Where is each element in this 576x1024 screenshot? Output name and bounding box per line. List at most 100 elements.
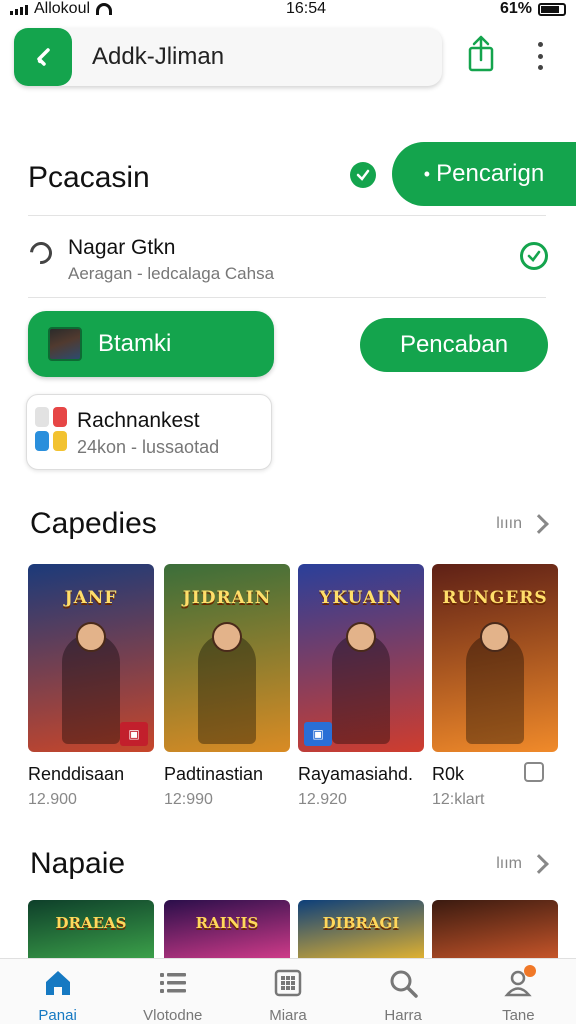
refresh-icon: [25, 237, 57, 269]
game-logo: DRAEAS: [55, 914, 127, 932]
game-logo: JANF: [64, 588, 118, 608]
character-head: [480, 622, 510, 652]
character-head: [212, 622, 242, 652]
pill-dot-icon: •: [423, 163, 431, 184]
game-logo: YKUAIN: [319, 588, 403, 608]
game-card[interactable]: RUNGERS R0k 12:klart: [432, 564, 558, 809]
game-meta: 12:klart: [432, 791, 485, 808]
nav-item-list[interactable]: Vlotodne: [123, 967, 223, 1024]
more-options-button[interactable]: [528, 38, 552, 74]
nav-label: Vlotodne: [143, 1007, 203, 1024]
dot-icon: [537, 65, 543, 70]
search-secondary-button[interactable]: Pencaban: [360, 318, 548, 372]
nav-label: Harra: [384, 1007, 422, 1024]
back-button[interactable]: [14, 28, 72, 86]
profile-button-label: Btamki: [98, 330, 172, 357]
address-text[interactable]: Addk-Jliman: [92, 43, 224, 71]
info-card-subtitle: 24kon - lussaotad: [77, 437, 220, 457]
nav-item-profile[interactable]: Tane: [468, 965, 568, 1024]
list-item-title: Nagar Gtkn: [68, 236, 176, 259]
divider: [28, 215, 546, 216]
game-logo: JIDRAIN: [182, 588, 272, 608]
profile-button[interactable]: Btamki: [28, 311, 274, 377]
game-card[interactable]: JANF ▣ Renddisaan 12.900: [28, 564, 154, 809]
share-button[interactable]: [462, 34, 500, 74]
app-tile-icon: [35, 431, 49, 451]
battery-percent: 61%: [499, 0, 532, 17]
game-title: R0k: [432, 764, 465, 784]
game-meta: 12.900: [28, 791, 77, 808]
section-header: Capedies lııın: [30, 504, 549, 544]
game-cover[interactable]: YKUAIN ▣: [298, 564, 424, 752]
nav-label: Miara: [269, 1007, 307, 1024]
section-title: Napaie: [30, 847, 126, 880]
chevron-right-icon: [529, 514, 549, 534]
carrier-name: Allokoul: [34, 0, 91, 17]
notification-dot-icon: [524, 965, 537, 977]
clock: 16:54: [285, 0, 327, 17]
search-primary-button[interactable]: • Pencarign: [392, 142, 576, 206]
address-bar[interactable]: Addk-Jliman: [14, 28, 442, 86]
search-icon: [387, 967, 419, 999]
check-circle-icon[interactable]: [520, 242, 548, 270]
game-logo: [440, 908, 550, 938]
game-carousel[interactable]: DRAEAS RAINIS DIBRAGI: [28, 900, 576, 960]
back-arrow-icon: [37, 48, 50, 66]
game-title: Rayamasiahd.: [298, 764, 414, 784]
dot-icon: [537, 53, 543, 59]
main-header: Pcacasin • Pencarign: [28, 142, 576, 206]
game-cover[interactable]: DRAEAS: [28, 900, 154, 960]
home-icon: [42, 967, 74, 999]
share-icon: [468, 35, 494, 72]
page-title: Pcacasin: [28, 161, 150, 194]
nav-item-grid[interactable]: Miara: [238, 967, 338, 1024]
app-tile-icon: [35, 407, 49, 427]
verified-icon: [350, 162, 376, 188]
game-logo: RAINIS: [195, 914, 259, 932]
divider: [28, 297, 546, 298]
nav-label: Tane: [502, 1007, 535, 1024]
info-card[interactable]: Rachnankest 24kon - lussaotad: [26, 394, 272, 470]
game-cover[interactable]: RUNGERS: [432, 564, 558, 752]
character-head: [76, 622, 106, 652]
game-logo: DIBRAGI: [322, 914, 400, 932]
avatar: [48, 327, 82, 361]
app-tile-icon: [53, 407, 67, 427]
nav-item-home[interactable]: Panai: [8, 967, 108, 1024]
game-cover[interactable]: DIBRAGI: [298, 900, 424, 960]
game-cover[interactable]: JANF ▣: [28, 564, 154, 752]
game-card[interactable]: YKUAIN ▣ Rayamasiahd. 12.920: [298, 564, 424, 809]
character-head: [346, 622, 376, 652]
status-left: Allokoul: [10, 0, 113, 18]
nav-item-search[interactable]: Harra: [353, 967, 453, 1024]
game-carousel[interactable]: JANF ▣ Renddisaan 12.900 JIDRAIN Padtinastian…: [28, 564, 576, 808]
section-header: Napaie lıım: [30, 844, 549, 884]
status-right: 61%: [500, 0, 566, 18]
see-more-link[interactable]: lııın: [496, 514, 549, 534]
game-card[interactable]: JIDRAIN Padtinastian 12:990: [164, 564, 290, 809]
see-more-label: lııın: [496, 515, 522, 532]
dot-icon: [537, 42, 543, 47]
see-more-link[interactable]: lıım: [496, 854, 549, 874]
game-cover[interactable]: RAINIS: [164, 900, 290, 960]
game-cover[interactable]: JIDRAIN: [164, 564, 290, 752]
info-card-title: Rachnankest: [77, 409, 200, 432]
nav-label: Panai: [38, 1007, 77, 1024]
see-more-label: lıım: [496, 855, 522, 872]
game-logo: RUNGERS: [442, 588, 548, 608]
game-meta: 12.920: [298, 791, 347, 808]
rating-badge-icon: ▣: [304, 722, 332, 746]
chevron-right-icon: [529, 854, 549, 874]
list-item[interactable]: Nagar Gtkn Aeragan - ledcalaga Cahsa: [25, 232, 548, 292]
status-bar: Allokoul 16:54 61%: [0, 0, 576, 18]
game-title: Padtinastian: [164, 764, 264, 784]
game-cover[interactable]: [432, 900, 558, 960]
bottom-navigation: Panai Vlotodne Miara Harra Tane: [0, 958, 576, 1024]
app-tile-icon: [53, 431, 67, 451]
signal-icon: [10, 3, 28, 15]
list-item-subtitle: Aeragan - ledcalaga Cahsa: [68, 264, 275, 283]
battery-icon: [537, 2, 566, 16]
section-title: Capedies: [30, 507, 157, 540]
game-meta: 12:990: [164, 791, 213, 808]
profile-icon: [502, 965, 537, 999]
